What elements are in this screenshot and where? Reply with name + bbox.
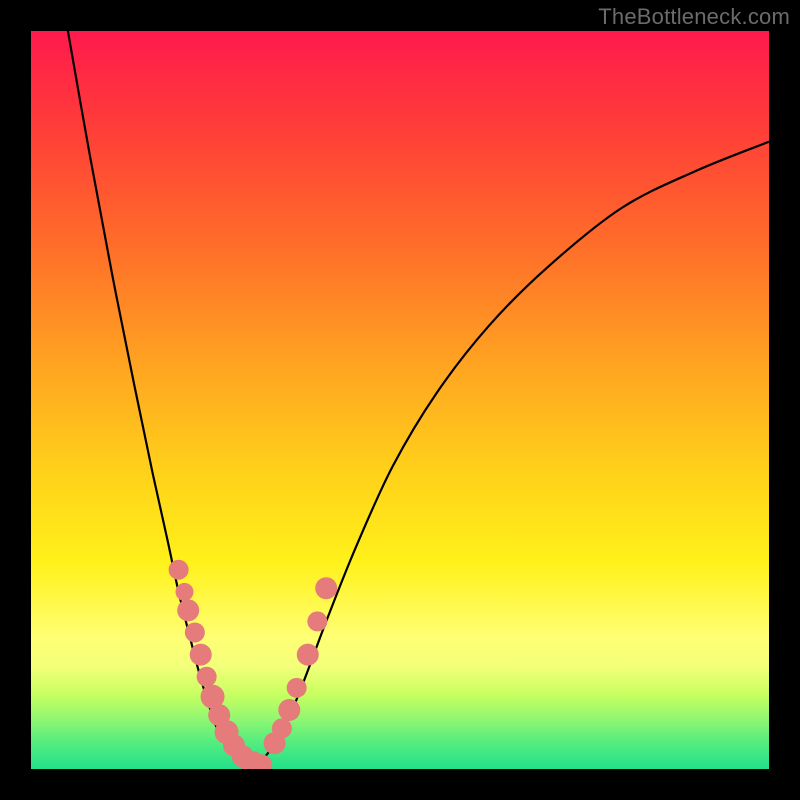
curve-layer	[31, 31, 769, 769]
chart-stage: TheBottleneck.com	[0, 0, 800, 800]
curve-marker	[190, 644, 212, 666]
curve-marker	[287, 678, 307, 698]
left-curve	[68, 31, 253, 767]
watermark-text: TheBottleneck.com	[598, 4, 790, 30]
curve-marker	[169, 560, 189, 580]
curve-marker	[278, 699, 300, 721]
curve-marker	[315, 577, 337, 599]
right-curve	[252, 142, 769, 767]
curve-marker	[307, 611, 327, 631]
curve-marker	[297, 644, 319, 666]
left-marker-group	[169, 560, 273, 769]
curve-marker	[272, 718, 292, 738]
curve-marker	[176, 583, 194, 601]
curve-marker	[185, 622, 205, 642]
curve-marker	[177, 599, 199, 621]
curve-marker	[197, 667, 217, 687]
right-marker-group	[264, 577, 338, 754]
plot-area	[31, 31, 769, 769]
